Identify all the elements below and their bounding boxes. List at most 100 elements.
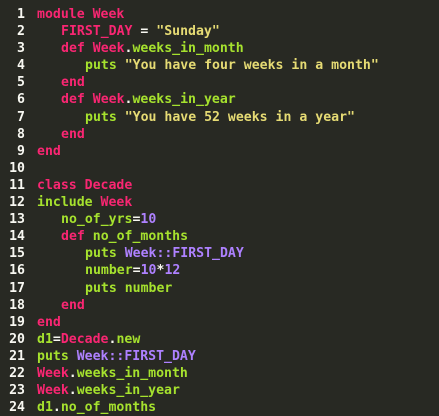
line-number: 24 bbox=[9, 400, 25, 416]
line-number: 9 bbox=[17, 143, 25, 159]
identifier-token: no_of_months bbox=[60, 400, 157, 416]
code-line[interactable]: 18 end bbox=[0, 297, 439, 314]
constant-token: Week::FIRST_DAY bbox=[76, 348, 196, 364]
number-token: 10 bbox=[140, 212, 157, 228]
code-text[interactable]: def Week.weeks_in_month bbox=[37, 40, 244, 57]
operator-token: . bbox=[68, 383, 77, 399]
keyword-token: Decade bbox=[60, 331, 109, 347]
code-text[interactable]: include Week bbox=[37, 194, 132, 211]
operator-token: = bbox=[52, 331, 61, 347]
line-number: 21 bbox=[9, 348, 25, 364]
code-line[interactable]: 22 Week.weeks_in_month bbox=[0, 365, 439, 382]
code-line[interactable]: 10 bbox=[0, 160, 439, 177]
identifier-token: puts bbox=[85, 109, 125, 125]
keyword-token: Week bbox=[37, 365, 69, 381]
code-line[interactable]: 3 def Week.weeks_in_month bbox=[0, 40, 439, 57]
code-text[interactable]: d1=Decade.new bbox=[37, 331, 140, 348]
code-line[interactable]: 8 end bbox=[0, 126, 439, 143]
code-line[interactable]: 14 def no_of_months bbox=[0, 228, 439, 245]
code-editor[interactable]: 1 module Week 2 FIRST_DAY = "Sunday" 3 def We… bbox=[0, 6, 439, 416]
code-text[interactable]: puts number bbox=[37, 280, 172, 297]
code-text[interactable]: Week.weeks_in_year bbox=[37, 382, 180, 399]
keyword-token: module Week bbox=[37, 7, 125, 22]
line-number: 8 bbox=[17, 126, 25, 142]
code-text[interactable]: puts Week::FIRST_DAY bbox=[37, 348, 196, 365]
keyword-token: FIRST_DAY bbox=[61, 24, 133, 40]
operator-token: = bbox=[132, 263, 141, 279]
code-text[interactable]: def Week.weeks_in_year bbox=[37, 91, 236, 108]
operator-token: = bbox=[132, 24, 157, 40]
code-line[interactable]: 19 end bbox=[0, 314, 439, 331]
code-line[interactable]: 1 module Week bbox=[0, 6, 439, 23]
line-number: 4 bbox=[17, 58, 25, 74]
code-line[interactable]: 13 no_of_yrs=10 bbox=[0, 211, 439, 228]
code-line[interactable]: 21 puts Week::FIRST_DAY bbox=[0, 348, 439, 365]
line-number: 11 bbox=[9, 177, 25, 193]
identifier-token: puts bbox=[85, 246, 125, 262]
code-text[interactable]: Week.weeks_in_month bbox=[37, 365, 188, 382]
keyword-token: class Decade bbox=[37, 177, 133, 193]
code-line[interactable]: 6 def Week.weeks_in_year bbox=[0, 91, 439, 108]
code-text[interactable]: end bbox=[37, 143, 61, 160]
identifier-token: weeks_in_month bbox=[76, 365, 188, 381]
number-token: 12 bbox=[164, 263, 181, 279]
code-text[interactable]: end bbox=[37, 297, 85, 314]
code-line[interactable]: 2 FIRST_DAY = "Sunday" bbox=[0, 23, 439, 40]
code-line[interactable]: 4 puts "You have four weeks in a month" bbox=[0, 57, 439, 74]
code-text[interactable]: end bbox=[37, 126, 85, 143]
code-text[interactable]: puts Week::FIRST_DAY bbox=[37, 245, 244, 262]
line-number: 20 bbox=[9, 331, 25, 347]
code-line[interactable]: 23 Week.weeks_in_year bbox=[0, 382, 439, 399]
identifier-token: include bbox=[37, 195, 101, 211]
identifier-token: d1 bbox=[37, 400, 53, 416]
code-text[interactable]: puts "You have 52 weeks in a year" bbox=[37, 109, 355, 126]
keyword-token: end bbox=[61, 297, 85, 313]
line-number: 23 bbox=[9, 383, 25, 399]
code-line[interactable]: 15 puts Week::FIRST_DAY bbox=[0, 245, 439, 262]
code-line[interactable]: 17 puts number bbox=[0, 280, 439, 297]
code-text[interactable]: number=10*12 bbox=[37, 262, 180, 279]
keyword-token: Week bbox=[92, 92, 125, 108]
code-text[interactable]: end bbox=[37, 74, 85, 91]
line-number: 16 bbox=[9, 263, 25, 279]
string-token: "Sunday" bbox=[156, 24, 220, 40]
string-token: "You have 52 weeks in a year" bbox=[124, 109, 355, 125]
code-text[interactable]: module Week bbox=[37, 6, 124, 23]
identifier-token: weeks_in_month bbox=[132, 41, 244, 57]
code-text[interactable]: d1.no_of_months bbox=[37, 399, 156, 416]
string-token: "You have four weeks in a month" bbox=[124, 58, 379, 74]
operator-token: . bbox=[68, 365, 77, 381]
constant-token: Week::FIRST_DAY bbox=[124, 246, 244, 262]
line-number: 3 bbox=[17, 41, 25, 57]
code-line[interactable]: 20 d1=Decade.new bbox=[0, 331, 439, 348]
identifier-token: puts bbox=[85, 58, 125, 74]
keyword-token: end bbox=[61, 75, 85, 91]
code-line[interactable]: 7 puts "You have 52 weeks in a year" bbox=[0, 109, 439, 126]
operator-token: . bbox=[52, 400, 61, 416]
code-line[interactable]: 24 d1.no_of_months bbox=[0, 399, 439, 416]
code-text[interactable]: puts "You have four weeks in a month" bbox=[37, 57, 379, 74]
code-line[interactable]: 5 end bbox=[0, 74, 439, 91]
keyword-token: Week bbox=[37, 383, 69, 399]
code-line[interactable]: 9 end bbox=[0, 143, 439, 160]
code-line[interactable]: 12 include Week bbox=[0, 194, 439, 211]
identifier-token: no_of_yrs bbox=[61, 212, 133, 228]
code-text[interactable]: class Decade bbox=[37, 177, 132, 194]
keyword-token: def bbox=[61, 92, 93, 108]
code-line[interactable]: 11 class Decade bbox=[0, 177, 439, 194]
code-text[interactable]: end bbox=[37, 314, 61, 331]
line-number: 22 bbox=[9, 365, 25, 381]
line-number: 13 bbox=[9, 212, 25, 228]
identifier-token: puts number bbox=[85, 280, 173, 296]
code-text[interactable]: def no_of_months bbox=[37, 228, 188, 245]
code-text[interactable]: FIRST_DAY = "Sunday" bbox=[37, 23, 220, 40]
code-text[interactable]: no_of_yrs=10 bbox=[37, 211, 156, 228]
line-number: 6 bbox=[17, 92, 25, 108]
number-token: 10 bbox=[140, 263, 157, 279]
keyword-token: Week bbox=[92, 41, 125, 57]
identifier-token: weeks_in_year bbox=[76, 383, 180, 399]
keyword-token: def bbox=[61, 41, 93, 57]
identifier-token: weeks_in_year bbox=[132, 92, 236, 108]
keyword-token: end bbox=[37, 143, 61, 159]
code-line[interactable]: 16 number=10*12 bbox=[0, 262, 439, 279]
